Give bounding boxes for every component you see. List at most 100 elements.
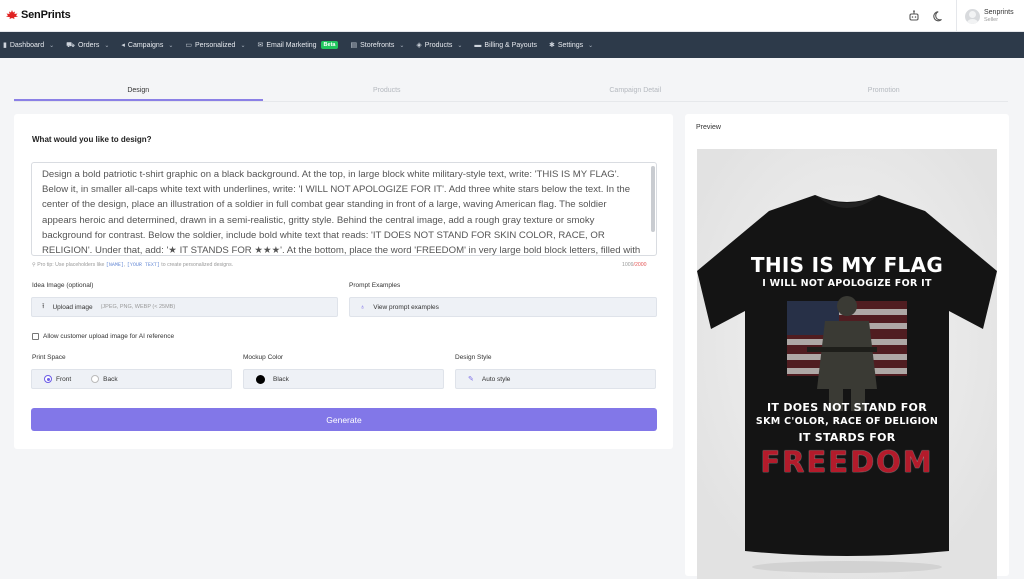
lightbulb-icon: ♁ [360, 303, 366, 311]
tab-promotion[interactable]: Promotion [760, 82, 1009, 101]
megaphone-icon: ◂ [121, 42, 125, 49]
nav-dashboard[interactable]: ▮ Dashboard ⌄ [3, 41, 55, 50]
nav-label: Settings [557, 41, 584, 49]
design-heading: What would you like to design? [32, 135, 152, 144]
nav-billing[interactable]: ▬ Billing & Payouts [474, 42, 537, 49]
user-menu[interactable]: Senprints Seller [956, 0, 1024, 32]
mockup-color-label: Mockup Color [243, 354, 284, 361]
moon-icon[interactable] [932, 9, 946, 23]
chevron-down-icon: ⌄ [168, 42, 174, 49]
user-name: Senprints [984, 8, 1014, 16]
nav-label: Billing & Payouts [484, 41, 537, 49]
tip-code-text: [YOUR TEXT] [126, 262, 160, 268]
nav-label: Email Marketing [266, 41, 317, 49]
nav-label: Dashboard [9, 41, 45, 49]
upload-image-button[interactable]: ⭱ Upload image (JPEG, PNG, WEBP (< 25MB) [31, 297, 338, 317]
upload-label: Upload image [52, 303, 93, 311]
prompt-examples-label: Prompt Examples [349, 282, 401, 289]
design-style-label: Design Style [455, 354, 492, 361]
mockup-color-value: Black [273, 375, 289, 383]
print-space-label: Print Space [32, 354, 66, 361]
char-limit: /2000 [633, 262, 647, 268]
wand-icon: ✎ [468, 376, 474, 383]
pro-tip: ⚲ Pro tip: Use placeholders like [NAME],… [32, 262, 233, 268]
char-counter: 1009/2000 [622, 262, 647, 268]
preview-panel: Preview THIS IS MY FLAG I WILL NOT APOLO… [685, 114, 1009, 579]
nav-storefronts[interactable]: ▤ Storefronts ⌄ [350, 41, 405, 50]
gear-icon: ✱ [548, 42, 555, 49]
chevron-down-icon: ⌄ [588, 42, 594, 49]
view-prompt-examples-button[interactable]: ♁ View prompt examples [349, 297, 657, 317]
user-role: Seller [984, 16, 999, 23]
upload-icon: ⭱ [42, 302, 45, 310]
tab-campaign-detail[interactable]: Campaign Detail [511, 82, 760, 101]
lightbulb-icon: ⚲ [32, 262, 36, 268]
allow-upload-checkbox-row[interactable]: Allow customer upload image for AI refer… [32, 333, 174, 340]
tip-separator: , [123, 262, 126, 268]
upload-hint: (JPEG, PNG, WEBP (< 25MB) [100, 304, 176, 310]
radio-back[interactable] [91, 375, 100, 383]
radio-back-label[interactable]: Back [103, 376, 117, 383]
prompt-scrollbar[interactable] [651, 166, 655, 232]
design-style-value: Auto style [481, 375, 511, 383]
color-swatch [256, 374, 265, 384]
nav-products[interactable]: ◈ Products ⌄ [416, 41, 463, 50]
design-style-select[interactable]: ✎ Auto style [455, 369, 656, 389]
chevron-down-icon: ⌄ [399, 42, 405, 49]
nav-label: Personalized [194, 41, 236, 49]
tab-products[interactable]: Products [263, 82, 512, 101]
tee-line-4: SKM C'OLOR, RACE OF DELIGION [755, 416, 939, 427]
print-space-group: Front Back [31, 369, 232, 389]
tab-design[interactable]: Design [14, 82, 263, 101]
generate-button[interactable]: Generate [31, 408, 657, 431]
tip-text-before: Pro tip: Use placeholders like [37, 262, 105, 268]
tee-line-2: I WILL NOT APOLOGIZE FOR IT [762, 278, 932, 289]
char-count: 1009 [622, 262, 634, 268]
nav-settings[interactable]: ✱ Settings ⌄ [548, 41, 594, 50]
nav-email-marketing[interactable]: ✉ Email Marketing Beta [257, 41, 339, 49]
beta-badge: Beta [320, 41, 339, 49]
tee-line-5: IT STARDS FOR [798, 431, 896, 444]
monitor-icon: ▭ [185, 42, 192, 49]
tshirt-shape [697, 149, 997, 579]
tee-line-1: THIS IS MY FLAG [750, 253, 944, 277]
prompt-textarea[interactable]: Design a bold patriotic t-shirt graphic … [31, 162, 657, 256]
allow-upload-label: Allow customer upload image for AI refer… [43, 333, 175, 340]
chevron-down-icon: ⌄ [240, 42, 246, 49]
cart-icon: ⛟ [66, 41, 75, 49]
maple-leaf-icon [6, 10, 18, 19]
bar-chart-icon: ▮ [3, 42, 7, 49]
nav-label: Storefronts [360, 41, 395, 49]
brand-name: SenPrints [21, 9, 71, 21]
nav-label: Products [424, 41, 453, 49]
tee-line-3: IT DOES NOT STAND FOR [767, 401, 927, 414]
mail-icon: ✉ [257, 42, 264, 49]
chevron-down-icon: ⌄ [104, 42, 110, 49]
allow-upload-checkbox[interactable] [32, 333, 39, 340]
robot-icon[interactable] [907, 9, 921, 23]
tee-line-6: FREEDOM [760, 445, 934, 479]
step-tabs: Design Products Campaign Detail Promotio… [14, 82, 1008, 102]
tip-code-name: [NAME] [105, 262, 124, 268]
radio-front-label[interactable]: Front [56, 376, 71, 383]
nav-orders[interactable]: ⛟ Orders ⌄ [66, 41, 109, 50]
chevron-down-icon: ⌄ [49, 42, 55, 49]
avatar [965, 8, 980, 24]
design-card: What would you like to design? Design a … [14, 114, 673, 449]
nav-personalized[interactable]: ▭ Personalized ⌄ [185, 41, 246, 50]
main-nav: ▮ Dashboard ⌄ ⛟ Orders ⌄ ◂ Campaigns ⌄ ▭ Person… [0, 32, 1024, 58]
chevron-down-icon: ⌄ [457, 42, 463, 49]
brand-logo[interactable]: SenPrints [6, 9, 71, 21]
preview-title: Preview [696, 124, 721, 131]
tip-text-after: to create personalized designs. [161, 262, 234, 268]
radio-front[interactable] [44, 375, 52, 383]
store-icon: ▤ [350, 42, 358, 49]
mockup-color-select[interactable]: Black [243, 369, 444, 389]
tshirt-mockup-image: THIS IS MY FLAG I WILL NOT APOLOGIZE FOR… [697, 149, 997, 579]
nav-label: Orders [77, 41, 100, 49]
top-bar: SenPrints Senprints Seller [0, 0, 1024, 32]
examples-button-label: View prompt examples [373, 303, 439, 311]
wallet-icon: ▬ [474, 41, 482, 49]
nav-campaigns[interactable]: ◂ Campaigns ⌄ [121, 41, 174, 50]
nav-label: Campaigns [127, 41, 164, 49]
